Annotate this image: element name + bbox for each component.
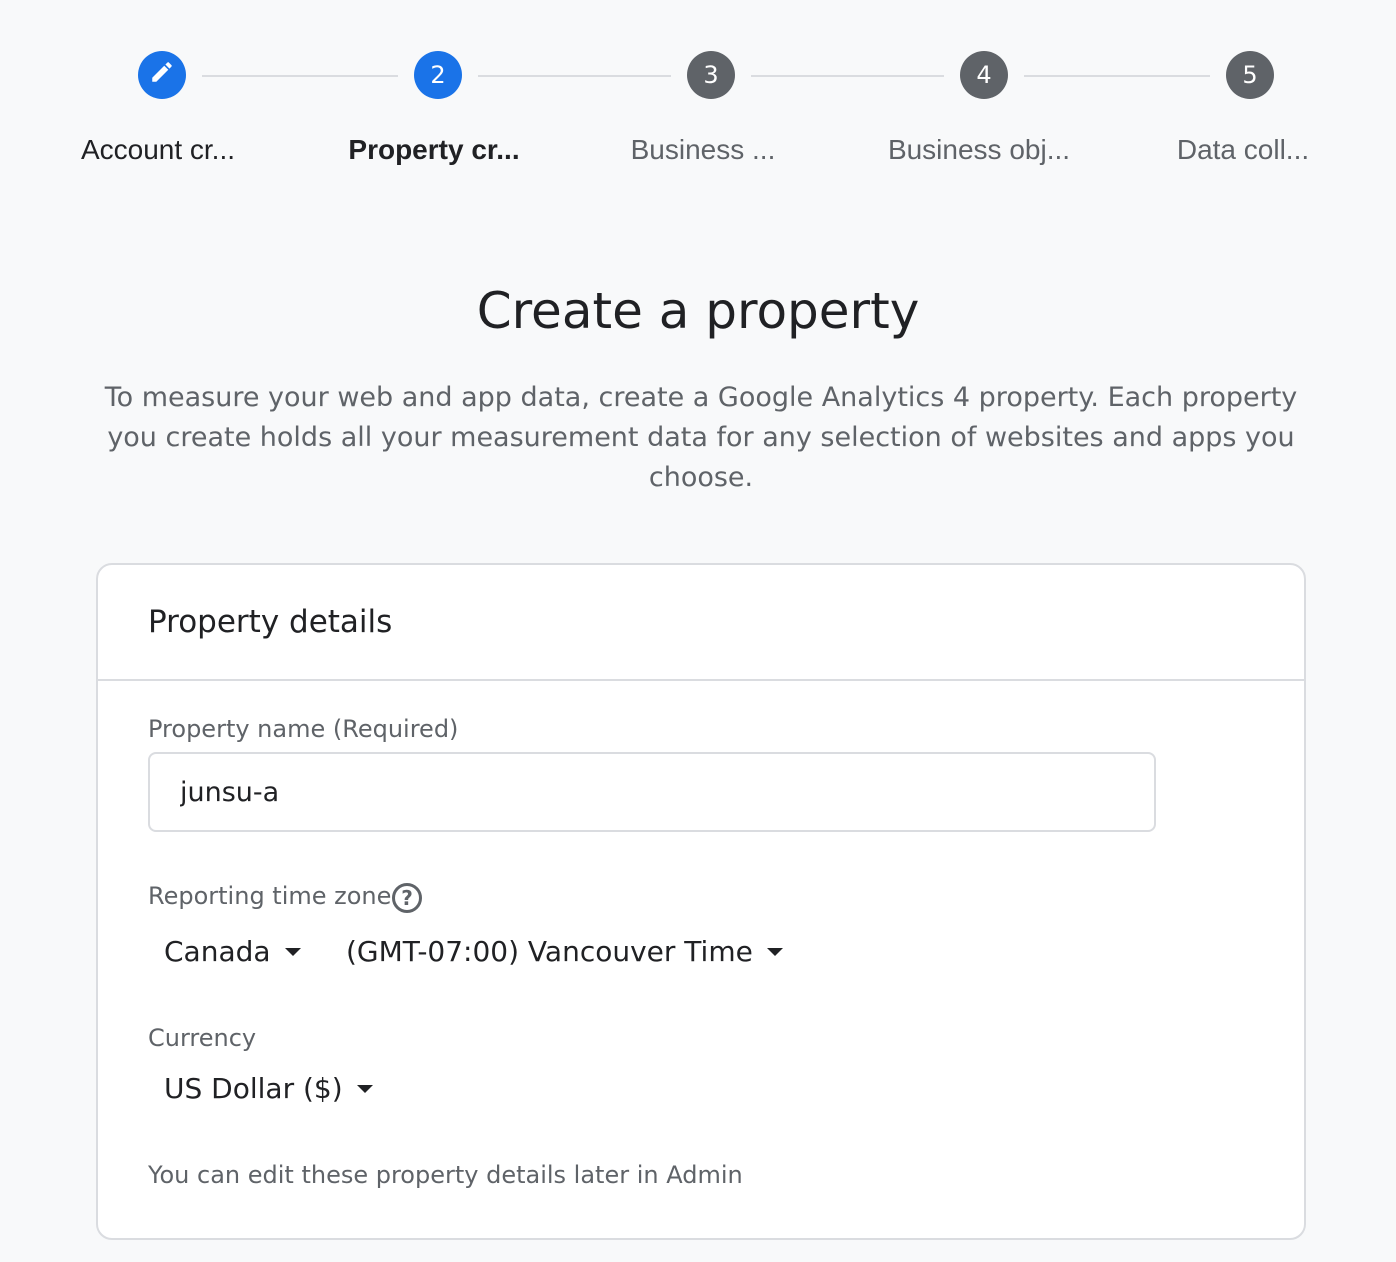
step-connector: [478, 75, 671, 77]
help-circle-icon[interactable]: ?: [392, 883, 422, 913]
step-2-label: Property cr...: [348, 134, 520, 165]
step-4-circle: 4: [960, 51, 1008, 99]
page-title: Create a property: [476, 282, 920, 340]
property-details-card: Property details Property name (Required…: [96, 563, 1306, 1240]
caret-down-icon: [356, 1084, 373, 1093]
step-2-circle: 2: [414, 51, 462, 99]
step-5-label: Data coll...: [1176, 134, 1310, 165]
property-name-input[interactable]: [148, 752, 1156, 832]
step-3-label: Business ...: [630, 134, 776, 165]
card-title: Property details: [148, 604, 393, 640]
caret-down-icon: [766, 947, 783, 956]
step-connector: [202, 75, 398, 77]
currency-label: Currency: [148, 1024, 257, 1052]
page-description: To measure your web and app data, create…: [104, 382, 1298, 493]
country-select[interactable]: Canada: [164, 935, 301, 968]
time-zone-select[interactable]: (GMT-07:00) Vancouver Time: [346, 935, 783, 968]
card-header: Property details: [98, 565, 1304, 681]
step-connector: [1024, 75, 1210, 77]
country-select-value: Canada: [164, 935, 271, 968]
step-3-circle: 3: [687, 51, 735, 99]
step-1-circle[interactable]: [138, 51, 186, 99]
currency-select-value: US Dollar ($): [164, 1072, 343, 1105]
time-zone-select-value: (GMT-07:00) Vancouver Time: [346, 935, 753, 968]
edit-later-note: You can edit these property details late…: [148, 1161, 743, 1189]
progress-stepper: 2 3 4 5 Account cr... Property cr... Bus…: [0, 0, 1396, 200]
property-name-label: Property name (Required): [148, 715, 459, 743]
page: 2 3 4 5 Account cr... Property cr... Bus…: [0, 0, 1396, 1262]
currency-select[interactable]: US Dollar ($): [164, 1072, 373, 1105]
caret-down-icon: [284, 947, 301, 956]
time-zone-label: Reporting time zone: [148, 882, 392, 910]
pencil-icon: [149, 59, 175, 91]
step-4-label: Business obj...: [887, 134, 1071, 165]
step-1-label[interactable]: Account cr...: [28, 134, 288, 166]
step-5-circle: 5: [1226, 51, 1274, 99]
step-connector: [751, 75, 944, 77]
